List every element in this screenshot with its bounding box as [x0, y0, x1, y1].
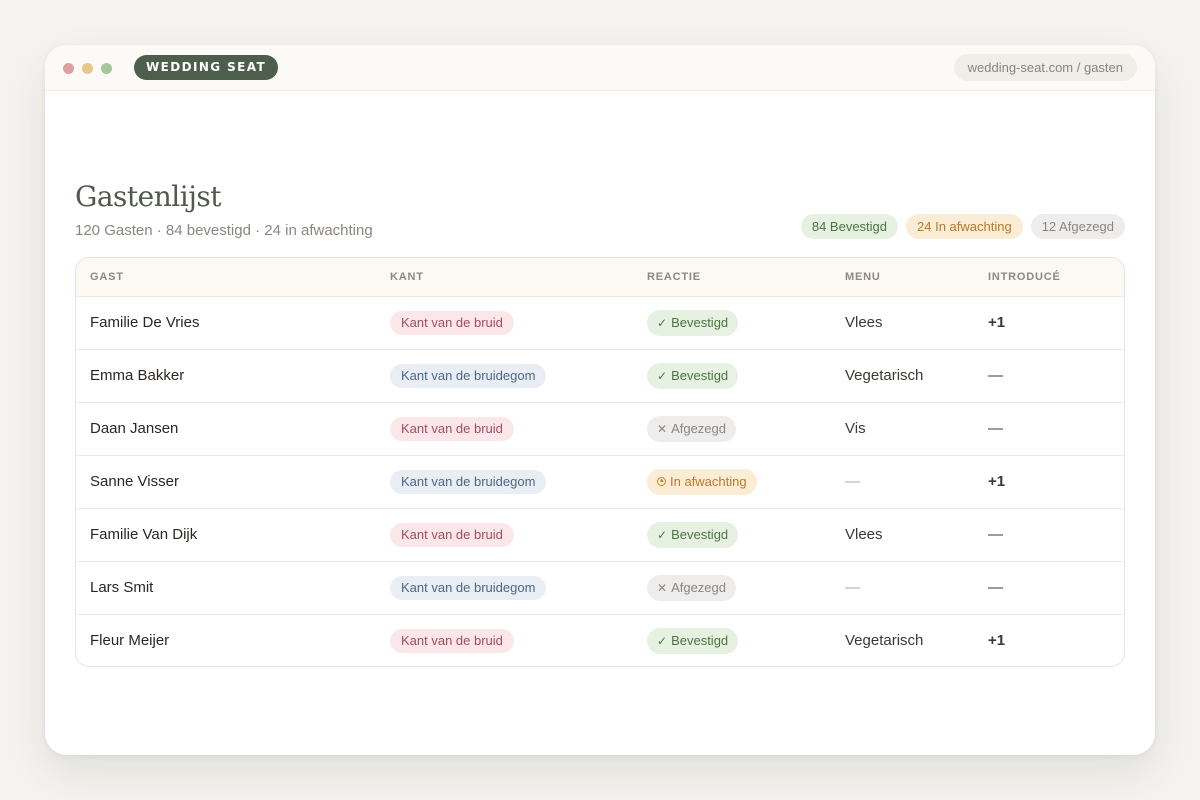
side-tag[interactable]: Kant van de bruid — [390, 522, 514, 547]
menu-cell: — — [845, 454, 988, 508]
confirmed-count-pill[interactable]: 84 Bevestigd — [800, 214, 899, 239]
table-header-row: GAST KANT REACTIE MENU INTRODUCÉ — [76, 258, 1124, 297]
guest-name: Daan Jansen — [76, 401, 390, 455]
guest-name: Lars Smit — [76, 560, 390, 614]
menu-cell: Vis — [845, 401, 988, 455]
response-label: In afwachting — [670, 474, 747, 489]
table-body: Familie De Vries Kant van de bruid ✓ Bevest… — [76, 296, 1124, 666]
app-window: WEDDING SEAT wedding-seat.com / gasten G… — [45, 45, 1155, 755]
guest-name: Familie De Vries — [90, 314, 200, 331]
plus-one-cell: +1 — [988, 314, 1006, 331]
response-label: Bevestigd — [671, 368, 729, 383]
table-row[interactable]: Sanne Visser Kant van de bruidegom In afwa… — [76, 454, 1124, 508]
plus-one-cell: — — [988, 348, 1124, 402]
guest-name: Emma Bakker — [76, 348, 390, 402]
minimize-window-dot[interactable] — [82, 63, 93, 74]
response-badge[interactable]: ✓ Bevestigd — [647, 521, 739, 548]
cross-icon: ✕ — [657, 421, 668, 436]
guest-table: GAST KANT REACTIE MENU INTRODUCÉ Familie… — [75, 257, 1125, 667]
side-tag[interactable]: Kant van de bruid — [390, 310, 514, 335]
title-bar: WEDDING SEAT wedding-seat.com / gasten — [45, 45, 1155, 91]
response-cell: ✓ Bevestigd — [647, 296, 845, 349]
column-header-plus-one[interactable]: INTRODUCÉ — [988, 258, 1124, 297]
page-title: Gastenlijst — [75, 180, 222, 213]
side-cell: Kant van de bruid — [390, 613, 647, 666]
pending-count-pill[interactable]: 24 In afwachting — [906, 214, 1023, 239]
side-tag[interactable]: Kant van de bruid — [390, 628, 514, 653]
side-cell: Kant van de bruidegom — [390, 348, 647, 402]
declined-count-pill[interactable]: 12 Afgezegd — [1030, 214, 1125, 239]
maximize-window-dot[interactable] — [101, 63, 112, 74]
side-cell: Kant van de bruid — [390, 507, 647, 561]
response-cell: ✓ Bevestigd — [647, 348, 845, 402]
response-badge[interactable]: In afwachting — [647, 468, 757, 495]
cross-icon: ✕ — [657, 580, 668, 595]
clock-icon — [657, 477, 666, 486]
response-label: Afgezegd — [671, 421, 726, 436]
side-tag[interactable]: Kant van de bruidegom — [390, 469, 547, 494]
side-cell: Kant van de bruid — [390, 296, 647, 349]
plus-one-cell: — — [988, 560, 1124, 614]
menu-cell: Vegetarisch — [845, 348, 988, 402]
side-cell: Kant van de bruidegom — [390, 454, 647, 508]
menu-cell: — — [845, 560, 988, 614]
check-icon: ✓ — [657, 368, 668, 383]
table-row[interactable]: Fleur Meijer Kant van de bruid ✓ Bevestigd V… — [76, 613, 1124, 666]
url-bar[interactable]: wedding-seat.com / gasten — [953, 54, 1137, 81]
column-header-response[interactable]: REACTIE — [647, 258, 845, 297]
response-label: Bevestigd — [671, 633, 729, 649]
side-tag[interactable]: Kant van de bruidegom — [390, 575, 547, 600]
check-icon: ✓ — [657, 315, 668, 330]
response-label: Bevestigd — [671, 527, 729, 542]
check-icon: ✓ — [657, 527, 668, 542]
response-cell: ✓ Bevestigd — [647, 613, 845, 666]
guest-name: Fleur Meijer — [76, 613, 390, 666]
response-label: Bevestigd — [671, 315, 729, 330]
menu-cell: Vegetarisch — [845, 613, 988, 666]
check-icon: ✓ — [657, 633, 668, 648]
response-cell: In afwachting — [647, 454, 845, 508]
guest-name: Familie Van Dijk — [76, 507, 390, 561]
side-tag[interactable]: Kant van de bruidegom — [390, 363, 547, 388]
side-tag[interactable]: Kant van de bruid — [390, 416, 514, 441]
side-cell: Kant van de bruid — [390, 401, 647, 455]
response-badge[interactable]: ✕ Afgezegd — [647, 415, 736, 442]
guest-name: Sanne Visser — [76, 454, 390, 508]
plus-one-cell: +1 — [988, 454, 1124, 508]
response-label: Afgezegd — [671, 580, 726, 595]
menu-cell: Vlees — [845, 314, 883, 331]
column-header-side[interactable]: KANT — [390, 258, 647, 297]
plus-one-cell: — — [988, 401, 1124, 455]
table-row[interactable]: Familie Van Dijk Kant van de bruid ✓ Bevest… — [76, 507, 1124, 561]
response-cell: ✓ Bevestigd — [647, 507, 845, 561]
response-cell: ✕ Afgezegd — [647, 401, 845, 455]
column-header-guest[interactable]: GAST — [76, 258, 390, 297]
close-window-dot[interactable] — [63, 63, 74, 74]
side-cell: Kant van de bruidegom — [390, 560, 647, 614]
table-row[interactable]: Familie De Vries Kant van de bruid ✓ Bevest… — [76, 296, 1124, 349]
column-header-menu[interactable]: MENU — [845, 258, 988, 297]
menu-cell: Vlees — [845, 507, 988, 561]
brand-badge: WEDDING SEAT — [134, 55, 279, 80]
table-row[interactable]: Lars Smit Kant van de bruidegom ✕ Afgezegd —… — [76, 560, 1124, 614]
plus-one-cell: +1 — [988, 613, 1124, 666]
table-row[interactable]: Daan Jansen Kant van de bruid ✕ Afgezegd Vis… — [76, 401, 1124, 455]
plus-one-cell: — — [988, 507, 1124, 561]
table-row[interactable]: Emma Bakker Kant van de bruidegom ✓ Bevesti… — [76, 348, 1124, 402]
response-cell: ✕ Afgezegd — [647, 560, 845, 614]
response-badge[interactable]: ✓ Bevestigd — [647, 362, 739, 389]
rsvp-summary: 84 Bevestigd 24 In afwachting 12 Afgezeg… — [800, 214, 1125, 239]
response-badge[interactable]: ✓ Bevestigd — [647, 627, 739, 654]
response-badge[interactable]: ✓ Bevestigd — [647, 309, 739, 336]
page-subtitle: 120 Gasten · 84 bevestigd · 24 in afwach… — [75, 222, 373, 239]
response-badge[interactable]: ✕ Afgezegd — [647, 574, 736, 601]
